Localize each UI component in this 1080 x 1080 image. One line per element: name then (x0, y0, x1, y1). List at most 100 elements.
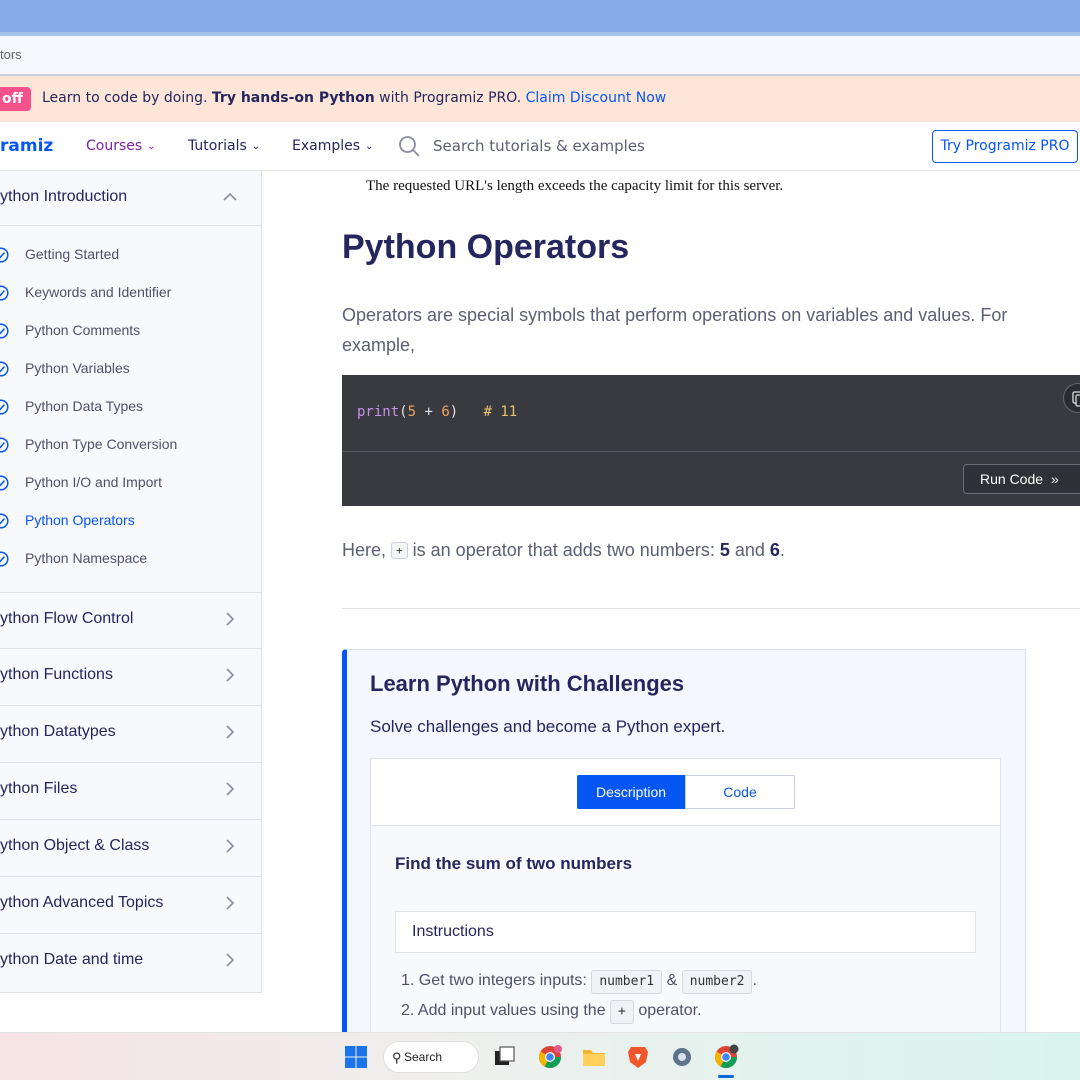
code-number-b: 6 (441, 404, 450, 420)
challenge-subtitle: Solve challenges and become a Python exp… (370, 717, 726, 736)
sidebar-item-operators[interactable]: Python Operators (0, 502, 261, 540)
challenge-card: Description Code Find the sum of two num… (370, 758, 1001, 1066)
task-view-icon[interactable] (492, 1044, 518, 1070)
browser-title-bar (0, 0, 1080, 36)
search-input[interactable]: Search tutorials & examples (433, 137, 645, 155)
challenge-title: Learn Python with Challenges (370, 671, 685, 696)
code-line: print(5 + 6) # 11 (357, 404, 517, 420)
promo-text-before: Learn to code by doing. (42, 90, 212, 106)
section-divider (342, 608, 1080, 609)
sidebar-item-namespace[interactable]: Python Namespace (0, 540, 261, 578)
check-circle-icon (0, 475, 9, 491)
step-1: 1. Get two integers inputs: number1 & nu… (401, 966, 757, 996)
sidebar-section-title: ython Introduction (0, 188, 128, 205)
chrome-profile-icon[interactable] (537, 1044, 563, 1070)
number-six: 6 (769, 540, 780, 560)
sidebar-item-comments[interactable]: Python Comments (0, 312, 261, 350)
search-icon: ⚲ (392, 1050, 402, 1065)
sidebar-section-title: ython Date and time (0, 951, 144, 968)
plus-operator-code: + (391, 542, 408, 559)
instruction-steps: 1. Get two integers inputs: number1 & nu… (401, 966, 757, 1026)
check-circle-icon (0, 361, 9, 377)
windows-start-icon[interactable] (344, 1045, 368, 1069)
intro-paragraph: Operators are special symbols that perfo… (342, 305, 1008, 355)
sidebar-item-label: Python Variables (25, 360, 130, 376)
sidebar-section-title: ython Files (0, 780, 78, 797)
step-1-amp: & (662, 972, 682, 989)
chevron-right-icon (226, 953, 235, 967)
sidebar-section-functions[interactable]: ython Functions (0, 649, 261, 706)
chevron-down-icon: ⌄ (365, 141, 374, 152)
programiz-logo[interactable]: ramiz (0, 136, 53, 156)
code-block[interactable]: print(5 + 6) # 11 Run Code » (342, 375, 1080, 506)
check-circle-icon (0, 323, 9, 339)
code-divider (342, 451, 1080, 452)
chevron-right-icon (226, 896, 235, 910)
check-circle-icon (0, 551, 9, 567)
nav-courses[interactable]: Courses ⌄ (86, 138, 156, 154)
sidebar-section-advanced-topics[interactable]: ython Advanced Topics (0, 877, 261, 934)
nav-tutorials[interactable]: Tutorials ⌄ (188, 138, 260, 154)
sidebar-section-files[interactable]: ython Files (0, 763, 261, 820)
settings-gear-icon[interactable] (669, 1044, 695, 1070)
taskbar-search-button[interactable]: ⚲ Search (383, 1041, 479, 1073)
sidebar-item-variables[interactable]: Python Variables (0, 350, 261, 388)
code-number-a: 5 (407, 404, 417, 420)
try-pro-button[interactable]: Try Programiz PRO (932, 130, 1078, 163)
copy-icon (1072, 391, 1080, 407)
tutorial-sidebar: ython Introduction Getting Started Keywo… (0, 171, 262, 993)
instructions-label: Instructions (412, 923, 494, 940)
sidebar-item-label: Python Namespace (25, 550, 148, 566)
promo-text-bold: Try hands-on Python (211, 90, 375, 106)
here-middle: is an operator that adds two numbers: (407, 540, 720, 560)
claim-discount-link[interactable]: Claim Discount Now (526, 90, 667, 106)
site-header: ramiz Courses ⌄ Tutorials ⌄ Examples ⌄ Sear… (0, 122, 1080, 171)
sidebar-item-keywords[interactable]: Keywords and Identifier (0, 274, 261, 312)
sidebar-section-object-class[interactable]: ython Object & Class (0, 820, 261, 877)
address-bar[interactable]: tors (0, 36, 1080, 76)
instructions-box[interactable]: Instructions (395, 911, 976, 953)
challenge-panel: Learn Python with Challenges Solve chall… (342, 649, 1026, 1066)
double-chevron-right-icon: » (1051, 471, 1059, 487)
tab-code[interactable]: Code (685, 775, 795, 809)
discount-badge: off (0, 87, 31, 111)
run-code-button[interactable]: Run Code » (963, 464, 1080, 494)
url-text[interactable]: tors (0, 47, 22, 62)
number-five: 5 (719, 540, 730, 560)
code-gap (458, 404, 483, 420)
run-code-label: Run Code (980, 471, 1044, 487)
code-comment: # 11 (483, 404, 518, 420)
sidebar-item-label: Python I/O and Import (25, 474, 162, 490)
chevron-down-icon: ⌄ (147, 141, 156, 152)
chevron-right-icon (226, 668, 235, 682)
chrome-active-icon[interactable] (713, 1044, 739, 1070)
copy-code-button[interactable] (1063, 383, 1080, 413)
sidebar-item-label: Python Type Conversion (25, 436, 178, 452)
sidebar-section-date-time[interactable]: ython Date and time (0, 934, 261, 991)
promo-banner: off Learn to code by doing. Try hands-on… (0, 76, 1080, 122)
explanation-paragraph: Here, + is an operator that adds two num… (342, 540, 785, 561)
sidebar-section-introduction[interactable]: ython Introduction (0, 171, 261, 226)
sidebar-section-datatypes[interactable]: ython Datatypes (0, 706, 261, 763)
nav-examples[interactable]: Examples ⌄ (292, 138, 373, 154)
code-plus: + (610, 1000, 634, 1024)
sidebar-item-io-import[interactable]: Python I/O and Import (0, 464, 261, 502)
sidebar-item-label: Getting Started (25, 246, 120, 262)
brave-browser-icon[interactable] (625, 1044, 651, 1070)
code-paren-close: ) (449, 404, 459, 420)
chevron-right-icon (226, 782, 235, 796)
check-circle-icon (0, 513, 9, 529)
sidebar-section-flow-control[interactable]: ython Flow Control (0, 592, 261, 649)
sidebar-item-getting-started[interactable]: Getting Started (0, 236, 261, 274)
sidebar-item-data-types[interactable]: Python Data Types (0, 388, 261, 426)
nav-examples-label: Examples (292, 138, 361, 154)
chevron-right-icon (226, 612, 235, 626)
nav-courses-label: Courses (86, 138, 143, 154)
tab-description[interactable]: Description (577, 775, 685, 809)
check-circle-icon (0, 285, 9, 301)
search-icon[interactable] (398, 135, 420, 157)
step-1-end: . (752, 972, 757, 989)
sidebar-item-type-conversion[interactable]: Python Type Conversion (0, 426, 261, 464)
file-explorer-icon[interactable] (581, 1044, 607, 1070)
code-paren-open: ( (399, 404, 408, 420)
